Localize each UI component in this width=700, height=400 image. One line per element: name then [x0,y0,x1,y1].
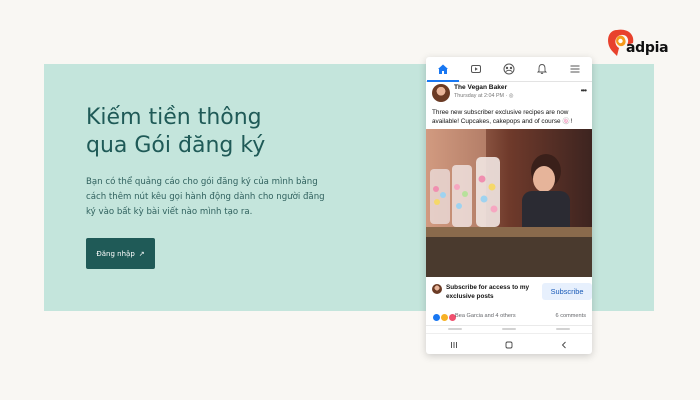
globe-icon: ◎ [508,93,514,99]
nav-notifications[interactable] [532,59,552,79]
post-text: Three new subscriber exclusive recipes a… [432,109,573,125]
reactions-bar: Bea Garcia and 4 others 6 comments [432,313,588,323]
post-photo [426,129,592,277]
comment-action-icon[interactable] [502,328,516,330]
groups-icon [503,63,515,75]
nav-home[interactable] [426,59,459,82]
subscribe-row: Subscribe for access to my exclusive pos… [432,283,592,305]
nav-groups[interactable] [499,59,519,79]
like-action-icon[interactable] [448,328,462,330]
login-button[interactable]: Đăng nhập ↗ [86,238,155,269]
post-author[interactable]: The Vegan Baker [454,84,507,91]
post-header: The Vegan Baker Thursday at 2:04 PM · ◎ … [432,84,588,104]
nav-video[interactable] [466,59,486,79]
video-icon [470,65,481,73]
nav-menu[interactable] [565,59,585,79]
share-action-icon[interactable] [556,328,570,330]
post-time-text: Thursday at 2:04 PM · [454,93,509,99]
system-nav-bar [426,333,592,354]
logo-text: adpia [626,40,669,56]
post-timestamp: Thursday at 2:04 PM · ◎ [454,93,514,99]
reaction-icons[interactable] [432,313,457,322]
recents-icon [450,341,457,348]
subscribe-button[interactable]: Subscribe [542,283,592,300]
comments-count[interactable]: 6 comments [556,313,586,319]
avatar[interactable] [432,84,450,102]
subscribe-text: Subscribe for access to my exclusive pos… [446,284,530,300]
login-button-label: Đăng nhập [96,249,135,258]
page-title: Kiếm tiền thông qua Gói đăng ký [86,104,386,160]
banner-description: Bạn có thể quảng cáo cho gói đăng ký của… [86,177,325,217]
recents-key[interactable] [446,337,462,353]
home-key[interactable] [501,337,517,353]
reactions-names[interactable]: Bea Garcia and 4 others [455,313,516,319]
back-icon [562,341,567,348]
phone-mockup: The Vegan Baker Thursday at 2:04 PM · ◎ … [426,57,592,354]
bell-icon [537,64,548,74]
headline-line-1: Kiếm tiền thông [86,105,262,130]
home-icon [437,64,448,74]
arrow-up-right-icon: ↗ [138,249,145,258]
headline-line-2: qua Gói đăng ký [86,133,266,158]
menu-icon [570,65,580,73]
avatar [432,284,442,294]
back-key[interactable] [556,337,572,353]
more-options-icon[interactable]: ••• [581,86,587,95]
app-top-nav [426,57,592,82]
home-key-icon [505,341,513,348]
